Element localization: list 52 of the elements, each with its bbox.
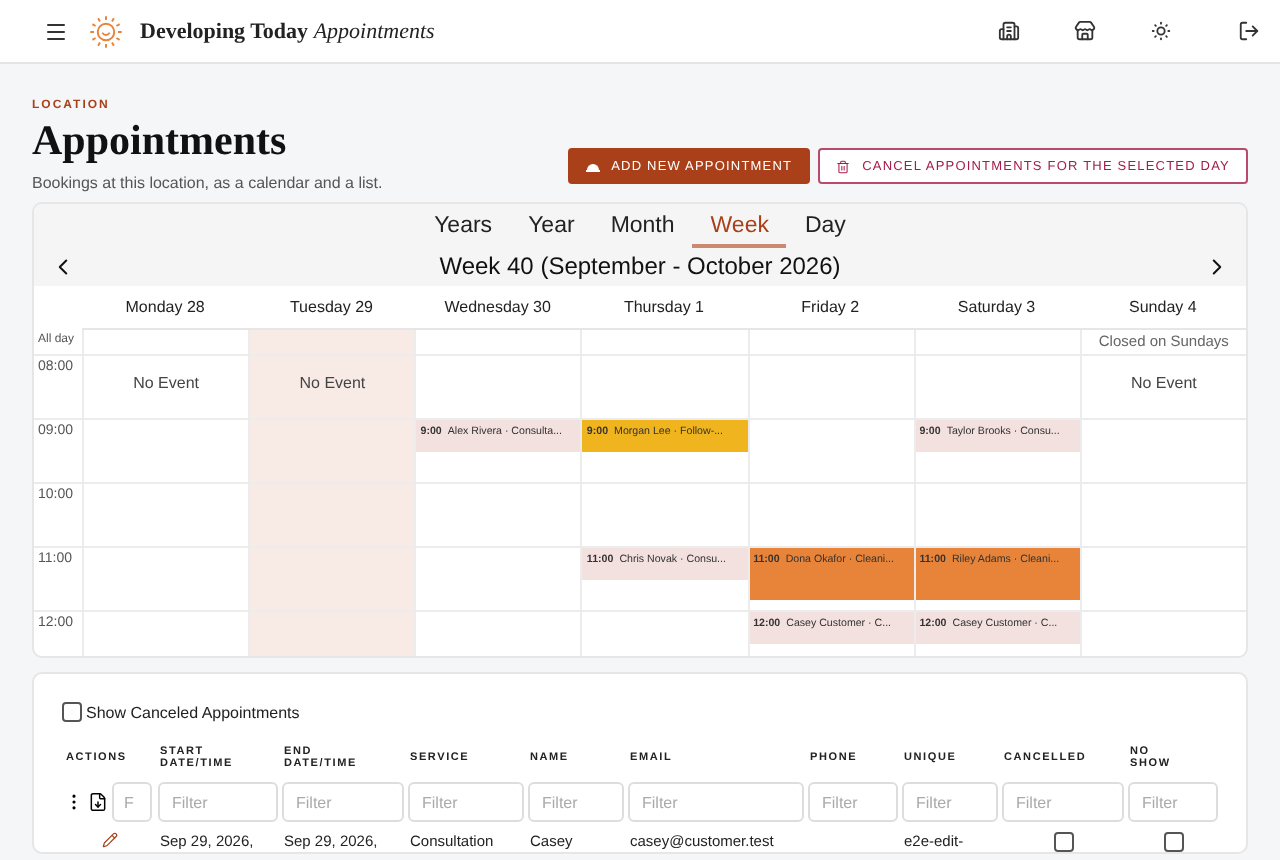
time-slot[interactable] <box>414 484 581 548</box>
app-title: Developing Today Appointments <box>140 19 435 43</box>
view-tab[interactable]: Month <box>592 210 693 248</box>
filter-field[interactable]: Filter <box>158 782 278 822</box>
filter-field[interactable]: Filter <box>528 782 624 822</box>
time-slot[interactable] <box>414 356 581 420</box>
cancelled-checkbox[interactable] <box>1053 832 1073 852</box>
filter-field[interactable]: Filter <box>808 782 898 822</box>
time-slot[interactable] <box>82 548 249 612</box>
time-slot[interactable] <box>1079 484 1246 548</box>
time-slot[interactable] <box>248 484 415 548</box>
no-show-checkbox[interactable] <box>1163 832 1183 852</box>
filter-field[interactable]: Filter <box>282 782 404 822</box>
time-slot[interactable] <box>580 484 748 548</box>
time-slot[interactable] <box>913 356 1080 420</box>
sun-logo-icon <box>88 13 124 49</box>
time-slot[interactable] <box>747 484 914 548</box>
time-slot[interactable] <box>82 484 249 548</box>
filter-field[interactable]: Filter <box>628 782 804 822</box>
time-slot[interactable] <box>414 548 581 612</box>
view-tab[interactable]: Year <box>510 210 593 248</box>
view-tab[interactable]: Day <box>786 210 864 248</box>
edit-icon[interactable] <box>101 832 117 848</box>
filter-field[interactable]: Filter <box>1002 782 1124 822</box>
time-slot[interactable]: No Event <box>82 356 249 420</box>
no-event-text: No Event <box>297 374 368 392</box>
export-icon[interactable] <box>88 792 108 812</box>
time-slot[interactable]: No Event <box>1079 356 1246 420</box>
time-slot[interactable] <box>82 420 249 484</box>
time-slot[interactable] <box>747 356 914 420</box>
page-subtitle: Bookings at this location, as a calendar and a list. <box>32 174 383 192</box>
no-event-text: No Event <box>131 374 202 392</box>
bell-icon <box>585 160 600 172</box>
filter-field[interactable]: Filter <box>1128 782 1218 822</box>
time-slot[interactable] <box>580 356 748 420</box>
week-title: Week 40 (September - October 2026) <box>439 252 841 280</box>
no-event-text: No Event <box>1128 374 1199 392</box>
time-slot[interactable] <box>913 484 1080 548</box>
time-slot[interactable] <box>1079 548 1246 612</box>
show-canceled-checkbox[interactable]: Show Canceled Appointments <box>62 702 1222 722</box>
filter-field[interactable]: F <box>112 782 152 822</box>
page-title: Appointments <box>32 116 289 166</box>
trash-icon <box>836 159 851 173</box>
view-tab[interactable]: Years <box>416 210 511 248</box>
time-slot[interactable] <box>248 420 415 484</box>
time-slot[interactable] <box>248 548 415 612</box>
view-tab[interactable]: Week <box>692 210 787 248</box>
time-slot[interactable] <box>747 420 914 484</box>
filter-field[interactable]: Filter <box>902 782 998 822</box>
time-slot[interactable]: No Event <box>248 356 415 420</box>
time-slot[interactable] <box>1079 420 1246 484</box>
filter-field[interactable]: Filter <box>408 782 524 822</box>
